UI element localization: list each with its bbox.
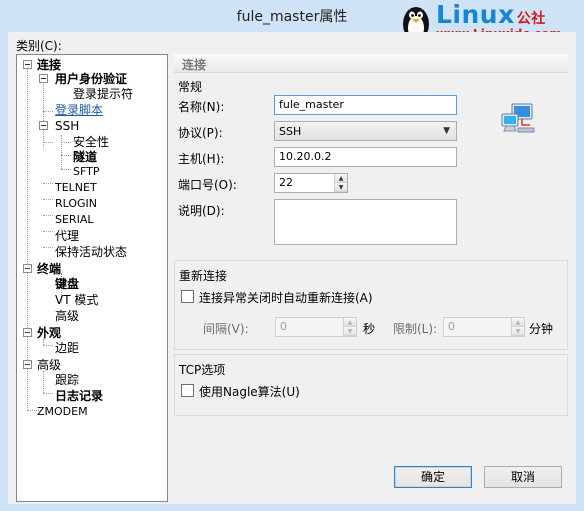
tree-item-security[interactable]: 安全性 [73, 135, 109, 149]
tree-item-terminal[interactable]: 终端 [37, 262, 61, 276]
general-group-title: 常规 [178, 80, 203, 94]
port-field[interactable]: 22 ▲ ▼ [274, 173, 348, 193]
nagle-label[interactable]: 使用Nagle算法(U) [199, 383, 300, 400]
reconnect-group-title: 重新连接 [179, 269, 228, 283]
collapse-icon[interactable] [39, 74, 48, 83]
tree-item-appearance[interactable]: 外观 [37, 326, 61, 340]
title-bar[interactable]: fule_master属性 Linux公社 www.Linuxidc.com [0, 0, 584, 44]
panel-header: 连接 [174, 54, 568, 73]
collapse-icon[interactable] [23, 264, 32, 273]
port-label: 端口号(O): [178, 178, 237, 192]
host-field[interactable]: 10.20.0.2 [274, 147, 457, 167]
description-field[interactable] [274, 199, 457, 245]
interval-unit: 秒 [363, 322, 376, 336]
tree-item-zmodem[interactable]: ZMODEM [37, 405, 88, 419]
tree-item-user-auth[interactable]: 用户身份验证 [55, 72, 127, 86]
name-field[interactable]: fule_master [274, 95, 457, 115]
tree-item-advanced[interactable]: 高级 [37, 358, 61, 372]
tree-item-telnet[interactable]: TELNET [55, 181, 97, 195]
tree-item-sftp[interactable]: SFTP [73, 165, 99, 179]
spin-up-icon[interactable]: ▲ [344, 318, 356, 327]
tree-item-keyboard[interactable]: 键盘 [55, 277, 79, 291]
spin-up-icon[interactable]: ▲ [512, 318, 524, 327]
limit-stepper[interactable]: ▲ ▼ [511, 318, 524, 336]
spin-down-icon[interactable]: ▼ [512, 327, 524, 336]
host-label: 主机(H): [178, 152, 225, 166]
interval-field[interactable]: 0 ▲ ▼ [275, 317, 357, 337]
protocol-label: 协议(P): [178, 126, 223, 140]
tree-item-login-script[interactable]: 登录脚本 [55, 103, 103, 117]
tree-item-connection[interactable]: 连接 [37, 58, 61, 72]
tree-item-margin[interactable]: 边距 [55, 341, 79, 355]
tree-item-tunnel[interactable]: 隧道 [73, 150, 97, 164]
collapse-icon[interactable] [23, 60, 32, 69]
tree-item-login-prompt[interactable]: 登录提示符 [73, 87, 133, 101]
interval-label: 间隔(V): [203, 322, 249, 336]
spin-down-icon[interactable]: ▼ [335, 183, 347, 192]
category-label: 类别(C): [16, 39, 62, 53]
nagle-checkbox[interactable] [181, 384, 194, 397]
auto-reconnect-checkbox[interactable] [181, 290, 194, 303]
limit-label: 限制(L): [393, 322, 438, 336]
tree-item-proxy[interactable]: 代理 [55, 229, 79, 243]
tcp-group: TCP选项 使用Nagle算法(U) [174, 354, 568, 416]
collapse-icon[interactable] [23, 328, 32, 337]
description-label: 说明(D): [178, 204, 225, 218]
tcp-group-title: TCP选项 [179, 363, 226, 377]
tree-item-serial[interactable]: SERIAL [55, 213, 93, 227]
watermark-brand: Linux 公社 [436, 0, 546, 29]
chevron-down-icon: ▼ [443, 126, 450, 136]
tree-item-rlogin[interactable]: RLOGIN [55, 197, 97, 211]
dialog-client: 类别(C): 连接 用户身份验证 登录提示符 登录脚本 SSH 安全性 隧道 S… [8, 32, 576, 504]
interval-stepper[interactable]: ▲ ▼ [343, 318, 356, 336]
tree-item-advanced-terminal[interactable]: 高级 [55, 309, 79, 323]
network-computer-icon [501, 103, 535, 133]
auto-reconnect-label[interactable]: 连接异常关闭时自动重新连接(A) [199, 289, 373, 306]
limit-unit: 分钟 [529, 322, 554, 336]
collapse-icon[interactable] [23, 360, 32, 369]
protocol-select[interactable]: SSH ▼ [274, 121, 457, 141]
tree-item-keepalive[interactable]: 保持活动状态 [55, 245, 127, 259]
spin-up-icon[interactable]: ▲ [335, 174, 347, 183]
tree-item-ssh[interactable]: SSH [55, 119, 79, 133]
cancel-button[interactable]: 取消 [484, 466, 562, 488]
tree-item-trace[interactable]: 跟踪 [55, 373, 79, 387]
tree-item-vt-mode[interactable]: VT 模式 [55, 293, 98, 307]
collapse-icon[interactable] [39, 121, 48, 130]
name-label: 名称(N): [178, 100, 225, 114]
port-stepper[interactable]: ▲ ▼ [334, 174, 347, 192]
limit-field[interactable]: 0 ▲ ▼ [443, 317, 525, 337]
tree-item-logging[interactable]: 日志记录 [55, 389, 103, 403]
spin-down-icon[interactable]: ▼ [344, 327, 356, 336]
ok-button[interactable]: 确定 [394, 466, 472, 488]
category-tree[interactable]: 连接 用户身份验证 登录提示符 登录脚本 SSH 安全性 隧道 SFTP TEL… [16, 54, 168, 502]
reconnect-group: 重新连接 连接异常关闭时自动重新连接(A) 间隔(V): 0 ▲ ▼ 秒 限制(… [174, 260, 568, 350]
